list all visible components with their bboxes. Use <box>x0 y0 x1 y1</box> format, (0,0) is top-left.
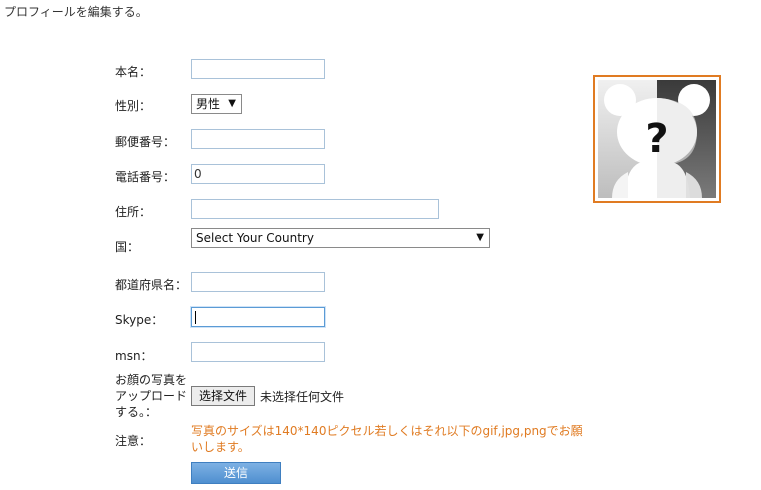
chevron-down-icon: ▼ <box>476 232 484 243</box>
photo-upload-label: お顔の写真をアップロードする。： <box>115 373 188 419</box>
page-title: プロフィールを編集する。 <box>4 5 148 19</box>
gender-select[interactable]: 男性 ▼ <box>191 94 242 114</box>
phone-input[interactable]: 0 <box>191 164 325 184</box>
chevron-down-icon: ▼ <box>228 98 236 109</box>
msn-input[interactable] <box>191 342 325 362</box>
country-label: 国： <box>115 240 140 254</box>
profile-edit-page: プロフィールを編集する。 本名： 性別： 男性 ▼ 郵便番号： 電話番号： 0 … <box>0 0 761 490</box>
phone-label: 電話番号： <box>115 170 176 184</box>
country-selected-value: Select Your Country <box>196 231 314 245</box>
postal-code-label: 郵便番号： <box>115 135 176 149</box>
choose-file-button[interactable]: 选择文件 <box>191 386 256 406</box>
gender-label: 性別： <box>115 99 152 113</box>
address-input[interactable] <box>191 199 439 219</box>
skype-input[interactable] <box>191 307 325 327</box>
postal-code-input[interactable] <box>191 129 325 149</box>
note-label: 注意： <box>115 434 152 448</box>
name-input[interactable] <box>191 59 325 79</box>
address-label: 住所： <box>115 205 152 219</box>
avatar: ? <box>593 75 721 203</box>
gender-selected-value: 男性 <box>196 97 221 111</box>
skype-label: Skype： <box>115 313 164 327</box>
mystery-bear-placeholder-icon: ? <box>598 80 716 198</box>
submit-button[interactable]: 送信 <box>191 462 281 484</box>
svg-text:?: ? <box>645 116 668 162</box>
file-status-text: 未选择任何文件 <box>260 390 345 404</box>
text-caret <box>195 311 196 324</box>
photo-size-note: 写真のサイズは140*140ピクセル若しくはそれ以下のgif,jpg,pngでお… <box>191 424 583 454</box>
prefecture-input[interactable] <box>191 272 325 292</box>
msn-label: msn： <box>115 349 153 363</box>
country-select[interactable]: Select Your Country ▼ <box>191 228 490 248</box>
prefecture-label: 都道府県名： <box>115 278 188 292</box>
name-label: 本名： <box>115 65 152 79</box>
